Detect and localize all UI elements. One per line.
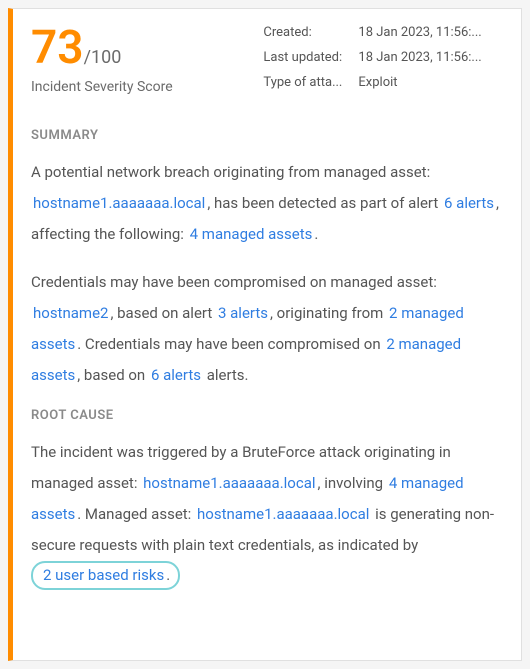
score-block: 73/100 Incident Severity Score (31, 25, 243, 100)
text: . Managed asset: (77, 505, 195, 523)
meta-key-updated: Last updated: (263, 50, 358, 65)
text: , based on (77, 366, 149, 384)
meta-row-created: Created: 18 Jan 2023, 11:56:... (263, 25, 503, 40)
summary-paragraph-2: Credentials may have been compromised on… (31, 267, 503, 390)
link-hostname1-rc2[interactable]: hostname1.aaaaaaa.local (195, 505, 371, 523)
meta-val-updated: 18 Jan 2023, 11:56:... (358, 50, 503, 65)
link-hostname2[interactable]: hostname2 (31, 304, 110, 322)
meta-key-type: Type of atta... (263, 75, 358, 90)
text: alerts. (203, 366, 249, 384)
root-cause-paragraph: The incident was triggered by a BruteFor… (31, 437, 503, 591)
incident-card: 73/100 Incident Severity Score Created: … (8, 8, 522, 661)
highlighted-risks: 2 user based risks. (31, 561, 180, 590)
header-row: 73/100 Incident Severity Score Created: … (31, 25, 503, 100)
meta-val-created: 18 Jan 2023, 11:56:... (358, 25, 503, 40)
text: , based on alert (110, 304, 216, 322)
meta-row-updated: Last updated: 18 Jan 2023, 11:56:... (263, 50, 503, 65)
text: Credentials may have been compromised on… (31, 273, 437, 291)
section-title-root-cause: ROOT CAUSE (31, 408, 503, 423)
meta-key-created: Created: (263, 25, 358, 40)
link-2-user-based-risks[interactable]: 2 user based risks (41, 566, 166, 584)
link-hostname1[interactable]: hostname1.aaaaaaa.local (31, 194, 207, 212)
link-4-managed-assets[interactable]: 4 managed assets (188, 225, 315, 243)
section-title-summary: SUMMARY (31, 128, 503, 143)
link-6-alerts[interactable]: 6 alerts (442, 194, 496, 212)
text: , has been detected as part of alert (207, 194, 442, 212)
summary-paragraph-1: A potential network breach originating f… (31, 157, 503, 249)
link-6-alerts-b[interactable]: 6 alerts (149, 366, 203, 384)
text: . Credentials may have been compromised … (77, 335, 384, 353)
meta-val-type: Exploit (358, 75, 503, 90)
text: , originating from (270, 304, 387, 322)
link-hostname1-rc[interactable]: hostname1.aaaaaaa.local (141, 474, 317, 492)
text: , involving (318, 474, 387, 492)
score-value: 73 (31, 21, 84, 75)
text: A potential network breach originating f… (31, 163, 430, 181)
meta-block: Created: 18 Jan 2023, 11:56:... Last upd… (263, 25, 503, 100)
text: . (314, 225, 318, 243)
meta-row-type: Type of atta... Exploit (263, 75, 503, 90)
score-denom: /100 (84, 47, 122, 68)
text: . (166, 566, 170, 584)
link-3-alerts[interactable]: 3 alerts (216, 304, 270, 322)
score-label: Incident Severity Score (31, 79, 243, 95)
